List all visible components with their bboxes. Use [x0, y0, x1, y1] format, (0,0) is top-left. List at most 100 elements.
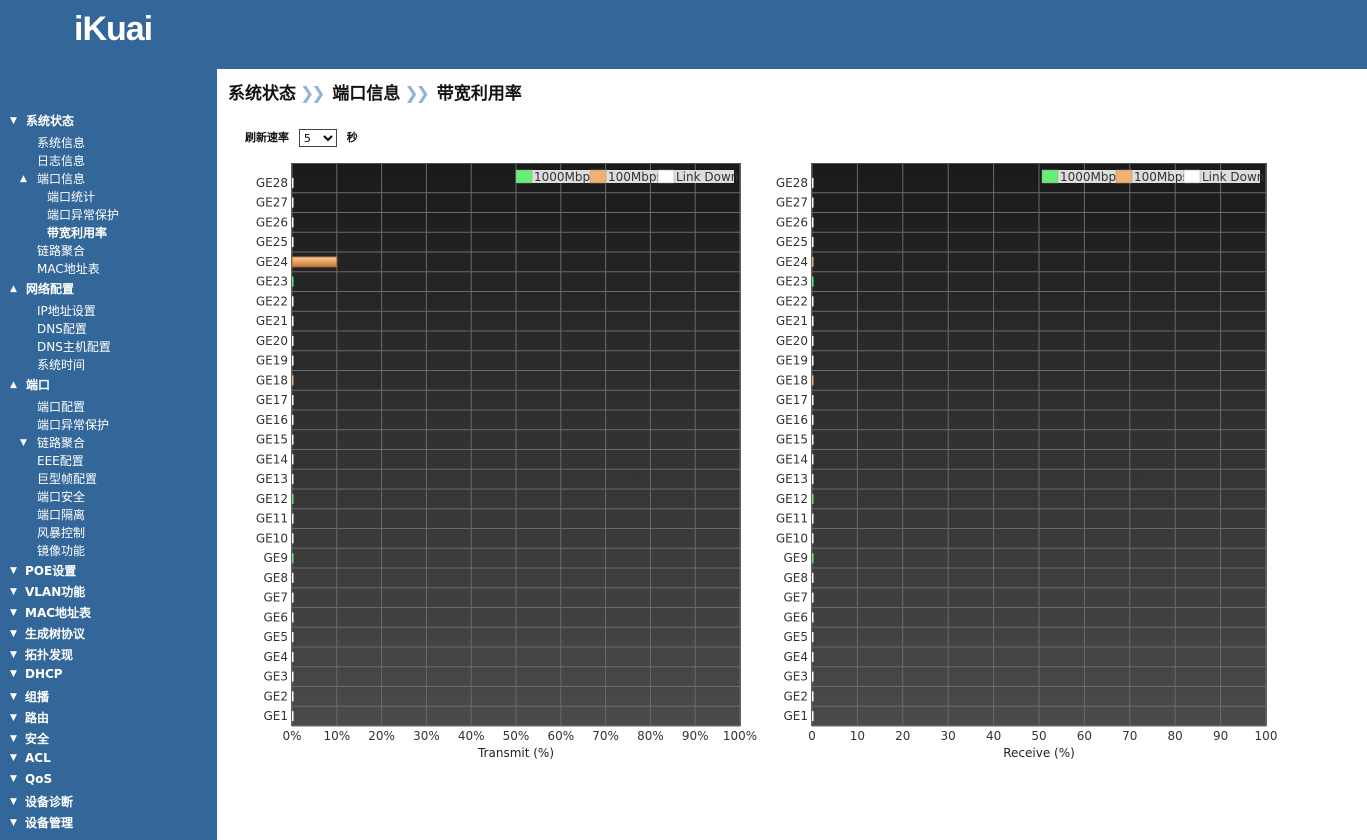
bar-GE28[interactable]	[292, 177, 294, 188]
bar-GE10[interactable]	[292, 533, 294, 544]
sidebar-item-26[interactable]: MAC地址表	[25, 606, 91, 620]
bar-GE6[interactable]	[292, 612, 294, 623]
sidebar-item-36[interactable]: 设备管理	[25, 816, 73, 830]
sidebar-item-28[interactable]: 拓扑发现	[25, 648, 73, 662]
bar-GE27[interactable]	[812, 197, 814, 208]
sidebar-item-30[interactable]: 组播	[25, 690, 49, 704]
bar-GE5[interactable]	[812, 632, 814, 643]
bar-GE21[interactable]	[812, 316, 814, 327]
chevron-up-icon[interactable]: ▲	[20, 172, 27, 186]
chevron-down-icon[interactable]: ▼	[10, 564, 17, 578]
bar-GE4[interactable]	[812, 651, 814, 662]
sidebar-item-1[interactable]: 系统信息	[37, 136, 85, 150]
chevron-down-icon[interactable]: ▼	[10, 795, 17, 809]
sidebar-item-33[interactable]: ACL	[25, 751, 51, 765]
bar-GE7[interactable]	[292, 592, 294, 603]
bar-GE1[interactable]	[812, 711, 814, 722]
sidebar-item-17[interactable]: 链路聚合	[37, 436, 85, 450]
chevron-down-icon[interactable]: ▼	[10, 711, 17, 725]
chevron-down-icon[interactable]: ▼	[10, 606, 17, 620]
sidebar-item-4[interactable]: 端口统计	[47, 190, 95, 204]
bar-GE26[interactable]	[812, 217, 814, 228]
sidebar-item-31[interactable]: 路由	[25, 711, 49, 725]
bar-GE6[interactable]	[812, 612, 814, 623]
bar-GE18[interactable]	[812, 375, 814, 386]
bar-GE11[interactable]	[292, 513, 294, 524]
sidebar-item-32[interactable]: 安全	[25, 732, 49, 746]
chevron-down-icon[interactable]: ▼	[10, 690, 17, 704]
sidebar-item-12[interactable]: DNS主机配置	[37, 340, 111, 354]
bar-GE13[interactable]	[292, 474, 294, 485]
bar-GE2[interactable]	[292, 691, 294, 702]
bar-GE21[interactable]	[292, 316, 294, 327]
sidebar-item-23[interactable]: 镜像功能	[37, 544, 85, 558]
chevron-up-icon[interactable]: ▲	[10, 282, 17, 296]
sidebar-item-21[interactable]: 端口隔离	[37, 508, 85, 522]
bar-GE26[interactable]	[292, 217, 294, 228]
bar-GE13[interactable]	[812, 474, 814, 485]
bar-GE14[interactable]	[812, 454, 814, 465]
bar-GE10[interactable]	[812, 533, 814, 544]
bar-GE16[interactable]	[292, 414, 294, 425]
sidebar-item-15[interactable]: 端口配置	[37, 400, 85, 414]
sidebar-item-8[interactable]: MAC地址表	[37, 262, 100, 276]
bar-GE17[interactable]	[292, 395, 294, 406]
sidebar-item-14[interactable]: 端口	[26, 378, 50, 392]
bar-GE15[interactable]	[292, 434, 294, 445]
sidebar-item-19[interactable]: 巨型帧配置	[37, 472, 97, 486]
chevron-down-icon[interactable]: ▼	[10, 627, 17, 641]
sidebar-item-2[interactable]: 日志信息	[37, 154, 85, 168]
sidebar-item-18[interactable]: EEE配置	[37, 454, 84, 468]
bar-GE12[interactable]	[292, 493, 294, 504]
bar-GE23[interactable]	[292, 276, 294, 287]
bar-GE1[interactable]	[292, 711, 294, 722]
sidebar-item-3[interactable]: 端口信息	[37, 172, 85, 186]
bar-GE7[interactable]	[812, 592, 814, 603]
bar-GE24[interactable]	[812, 256, 814, 267]
bar-GE14[interactable]	[292, 454, 294, 465]
bar-GE24[interactable]	[291, 256, 338, 268]
sidebar-item-16[interactable]: 端口异常保护	[37, 418, 109, 432]
sidebar-item-7[interactable]: 链路聚合	[37, 244, 85, 258]
bar-GE20[interactable]	[292, 335, 294, 346]
bar-GE19[interactable]	[292, 355, 294, 366]
bar-GE23[interactable]	[812, 276, 814, 287]
chevron-down-icon[interactable]: ▼	[10, 667, 17, 681]
bar-GE19[interactable]	[812, 355, 814, 366]
chevron-down-icon[interactable]: ▼	[10, 816, 17, 830]
bar-GE9[interactable]	[812, 553, 814, 564]
sidebar-item-0[interactable]: 系统状态	[26, 114, 74, 128]
sidebar-item-13[interactable]: 系统时间	[37, 358, 85, 372]
bar-GE4[interactable]	[292, 651, 294, 662]
sidebar-item-35[interactable]: 设备诊断	[25, 795, 73, 809]
sidebar-item-9[interactable]: 网络配置	[26, 282, 74, 296]
sidebar-item-20[interactable]: 端口安全	[37, 490, 85, 504]
sidebar-item-5[interactable]: 端口异常保护	[47, 208, 119, 222]
bar-GE22[interactable]	[292, 296, 294, 307]
sidebar-item-27[interactable]: 生成树协议	[25, 627, 85, 641]
bar-GE20[interactable]	[812, 335, 814, 346]
bar-GE12[interactable]	[812, 493, 814, 504]
bar-GE8[interactable]	[292, 572, 294, 583]
bar-GE11[interactable]	[812, 513, 814, 524]
bar-GE9[interactable]	[292, 553, 294, 564]
bar-GE5[interactable]	[292, 632, 294, 643]
sidebar-item-24[interactable]: POE设置	[25, 564, 76, 578]
bar-GE22[interactable]	[812, 296, 814, 307]
sidebar-item-22[interactable]: 风暴控制	[37, 526, 85, 540]
chevron-down-icon[interactable]: ▼	[20, 436, 27, 450]
bar-GE8[interactable]	[812, 572, 814, 583]
sidebar-item-11[interactable]: DNS配置	[37, 322, 87, 336]
bar-GE17[interactable]	[812, 395, 814, 406]
sidebar-item-34[interactable]: QoS	[25, 772, 52, 786]
bar-GE28[interactable]	[812, 177, 814, 188]
bar-GE3[interactable]	[812, 671, 814, 682]
bar-GE25[interactable]	[812, 237, 814, 248]
chevron-down-icon[interactable]: ▼	[10, 751, 17, 765]
chevron-up-icon[interactable]: ▲	[10, 378, 17, 392]
sidebar-item-29[interactable]: DHCP	[25, 667, 63, 681]
sidebar-item-25[interactable]: VLAN功能	[25, 585, 85, 599]
bar-GE15[interactable]	[812, 434, 814, 445]
bar-GE25[interactable]	[292, 237, 294, 248]
bar-GE2[interactable]	[812, 691, 814, 702]
